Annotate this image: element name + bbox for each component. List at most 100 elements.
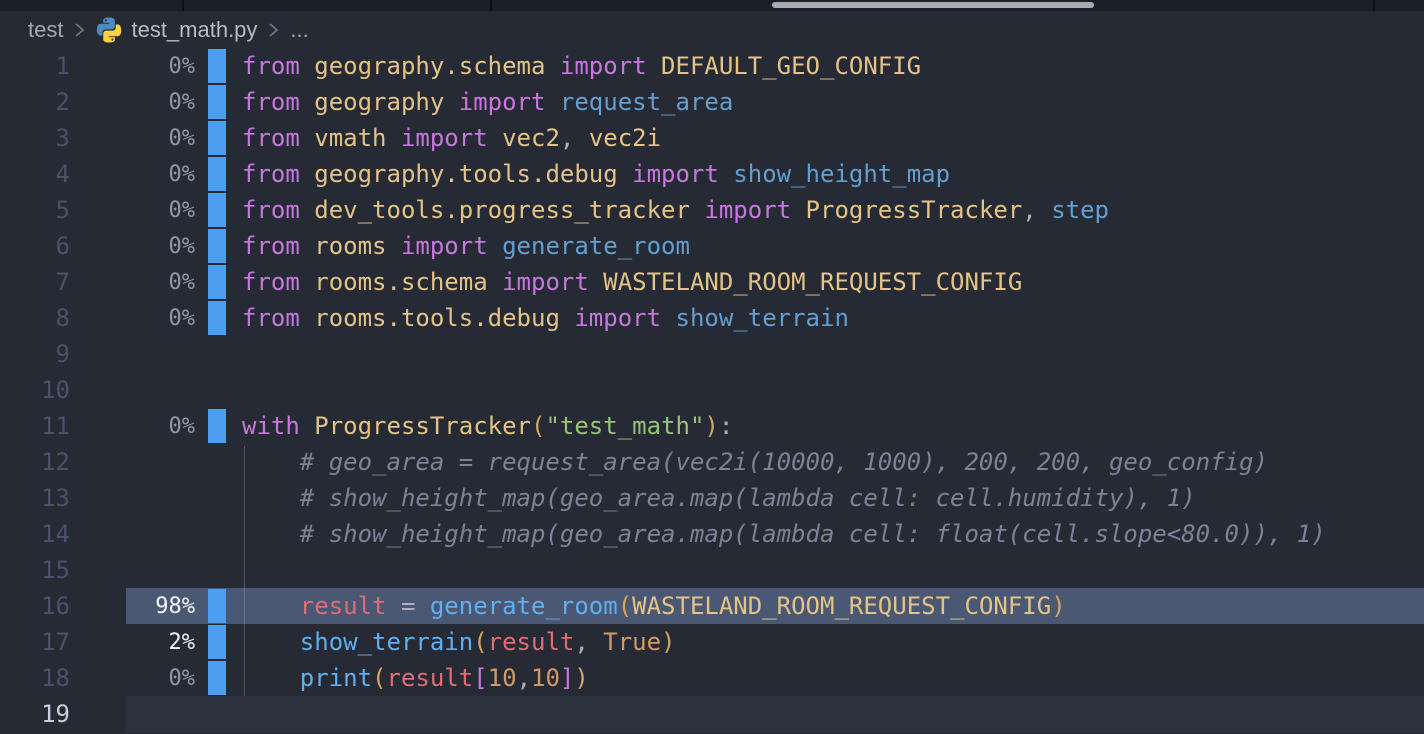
code-line[interactable]: 60%from rooms import generate_room — [0, 228, 1424, 264]
code-token: result — [488, 628, 575, 656]
code-token: geography.tools.debug — [314, 160, 632, 188]
line-number[interactable]: 6 — [0, 232, 70, 260]
code-token: rooms — [314, 232, 401, 260]
code-line[interactable]: 9 — [0, 336, 1424, 372]
line-number[interactable]: 18 — [0, 664, 70, 692]
code-token: show_height_map — [733, 160, 950, 188]
line-number[interactable]: 16 — [0, 592, 70, 620]
line-number[interactable]: 13 — [0, 484, 70, 512]
code-token: import — [502, 268, 603, 296]
code-token: geography.schema — [314, 52, 560, 80]
code-token: import — [574, 304, 675, 332]
code-text[interactable]: # geo_area = request_area(vec2i(10000, 1… — [242, 444, 1268, 480]
code-text[interactable]: from rooms import generate_room — [242, 228, 690, 264]
code-token: import — [560, 52, 661, 80]
code-line[interactable]: 80%from rooms.tools.debug import show_te… — [0, 300, 1424, 336]
coverage-marker — [208, 301, 226, 335]
coverage-percent: 0% — [70, 666, 195, 691]
breadcrumb-folder[interactable]: test — [28, 17, 63, 43]
code-token: vec2 — [502, 124, 560, 152]
code-text[interactable]: from geography.schema import DEFAULT_GEO… — [242, 48, 921, 84]
code-line[interactable]: 14 # show_height_map(geo_area.map(lambda… — [0, 516, 1424, 552]
code-line[interactable]: 172% show_terrain(result, True) — [0, 624, 1424, 660]
tab-divider — [182, 0, 184, 11]
code-line[interactable]: 40% from geography.tools.debug import sho… — [0, 156, 1424, 192]
code-line[interactable]: 110%with ProgressTracker("test_math"): — [0, 408, 1424, 444]
coverage-marker — [208, 589, 226, 623]
code-line[interactable]: 30% from vmath import vec2, vec2i — [0, 120, 1424, 156]
code-token: step — [1051, 196, 1109, 224]
line-number[interactable]: 5 — [0, 196, 70, 224]
code-line[interactable]: 10%from geography.schema import DEFAULT_… — [0, 48, 1424, 84]
line-number[interactable]: 19 — [0, 700, 70, 728]
code-token: rooms.schema — [314, 268, 502, 296]
breadcrumb-file[interactable]: test_math.py — [131, 17, 257, 43]
breadcrumb-symbol-more[interactable]: ... — [290, 17, 308, 43]
code-token: , — [1022, 196, 1051, 224]
code-token: ] — [560, 664, 574, 692]
code-line[interactable]: 20%from geography import request_area — [0, 84, 1424, 120]
coverage-marker-empty — [208, 697, 226, 731]
line-number[interactable]: 9 — [0, 340, 70, 368]
line-number[interactable]: 1 — [0, 52, 70, 80]
coverage-marker — [208, 409, 226, 443]
code-token: ) — [661, 628, 675, 656]
code-token — [242, 592, 300, 620]
code-line[interactable]: 180% print(result[10,10]) — [0, 660, 1424, 696]
coverage-marker-empty — [208, 553, 226, 587]
code-text[interactable]: from rooms.schema import WASTELAND_ROOM_… — [242, 264, 1022, 300]
code-token: print — [300, 664, 372, 692]
coverage-marker — [208, 157, 226, 191]
line-number[interactable]: 14 — [0, 520, 70, 548]
code-text[interactable]: from geography.tools.debug import show_h… — [242, 156, 950, 192]
code-token: import — [401, 124, 502, 152]
code-token: import — [401, 232, 502, 260]
code-text[interactable]: from rooms.tools.debug import show_terra… — [242, 300, 849, 336]
line-number[interactable]: 15 — [0, 556, 70, 584]
code-line[interactable]: 12 # geo_area = request_area(vec2i(10000… — [0, 444, 1424, 480]
code-text[interactable]: # show_height_map(geo_area.map(lambda ce… — [242, 480, 1196, 516]
code-text[interactable]: print(result[10,10]) — [242, 660, 589, 696]
code-text[interactable]: # show_height_map(geo_area.map(lambda ce… — [242, 516, 1326, 552]
coverage-marker — [208, 85, 226, 119]
line-number[interactable]: 8 — [0, 304, 70, 332]
code-text[interactable]: show_terrain(result, True) — [242, 624, 676, 660]
code-token: from — [242, 196, 314, 224]
code-token: : — [719, 412, 733, 440]
coverage-marker — [208, 49, 226, 83]
code-line[interactable]: 1698% result = generate_room(WASTELAND_R… — [0, 588, 1424, 624]
line-number[interactable]: 2 — [0, 88, 70, 116]
coverage-marker — [208, 625, 226, 659]
code-line[interactable]: 10 — [0, 372, 1424, 408]
code-token: vmath — [314, 124, 401, 152]
code-token: import — [632, 160, 733, 188]
coverage-marker-empty — [208, 517, 226, 551]
coverage-marker-empty — [208, 481, 226, 515]
code-text[interactable]: with ProgressTracker("test_math"): — [242, 408, 733, 444]
code-line[interactable]: 15 — [0, 552, 1424, 588]
line-number[interactable]: 17 — [0, 628, 70, 656]
code-text[interactable]: result = generate_room(WASTELAND_ROOM_RE… — [242, 588, 1066, 624]
code-token: from — [242, 304, 314, 332]
line-number[interactable]: 3 — [0, 124, 70, 152]
coverage-percent: 0% — [70, 162, 195, 187]
coverage-percent: 0% — [70, 126, 195, 151]
line-number[interactable]: 12 — [0, 448, 70, 476]
code-line[interactable]: 70% from rooms.schema import WASTELAND_RO… — [0, 264, 1424, 300]
code-token: ( — [372, 664, 386, 692]
code-line[interactable]: 50%from dev_tools.progress_tracker impor… — [0, 192, 1424, 228]
code-line[interactable]: 19 — [0, 696, 1424, 732]
code-line[interactable]: 13 # show_height_map(geo_area.map(lambda… — [0, 480, 1424, 516]
code-token: from — [242, 52, 314, 80]
code-text[interactable]: from geography import request_area — [242, 84, 733, 120]
code-text[interactable]: from dev_tools.progress_tracker import P… — [242, 192, 1109, 228]
code-area[interactable]: 1 0% from geography.schema import DEFAULT_… — [0, 48, 1424, 732]
code-token: import — [459, 88, 560, 116]
line-number[interactable]: 7 — [0, 268, 70, 296]
line-number[interactable]: 10 — [0, 376, 70, 404]
line-number[interactable]: 11 — [0, 412, 70, 440]
code-text[interactable]: from vmath import vec2, vec2i — [242, 120, 661, 156]
coverage-percent: 0% — [70, 270, 195, 295]
line-number[interactable]: 4 — [0, 160, 70, 188]
tab-overflow-scrollbar-thumb[interactable] — [772, 2, 1094, 8]
